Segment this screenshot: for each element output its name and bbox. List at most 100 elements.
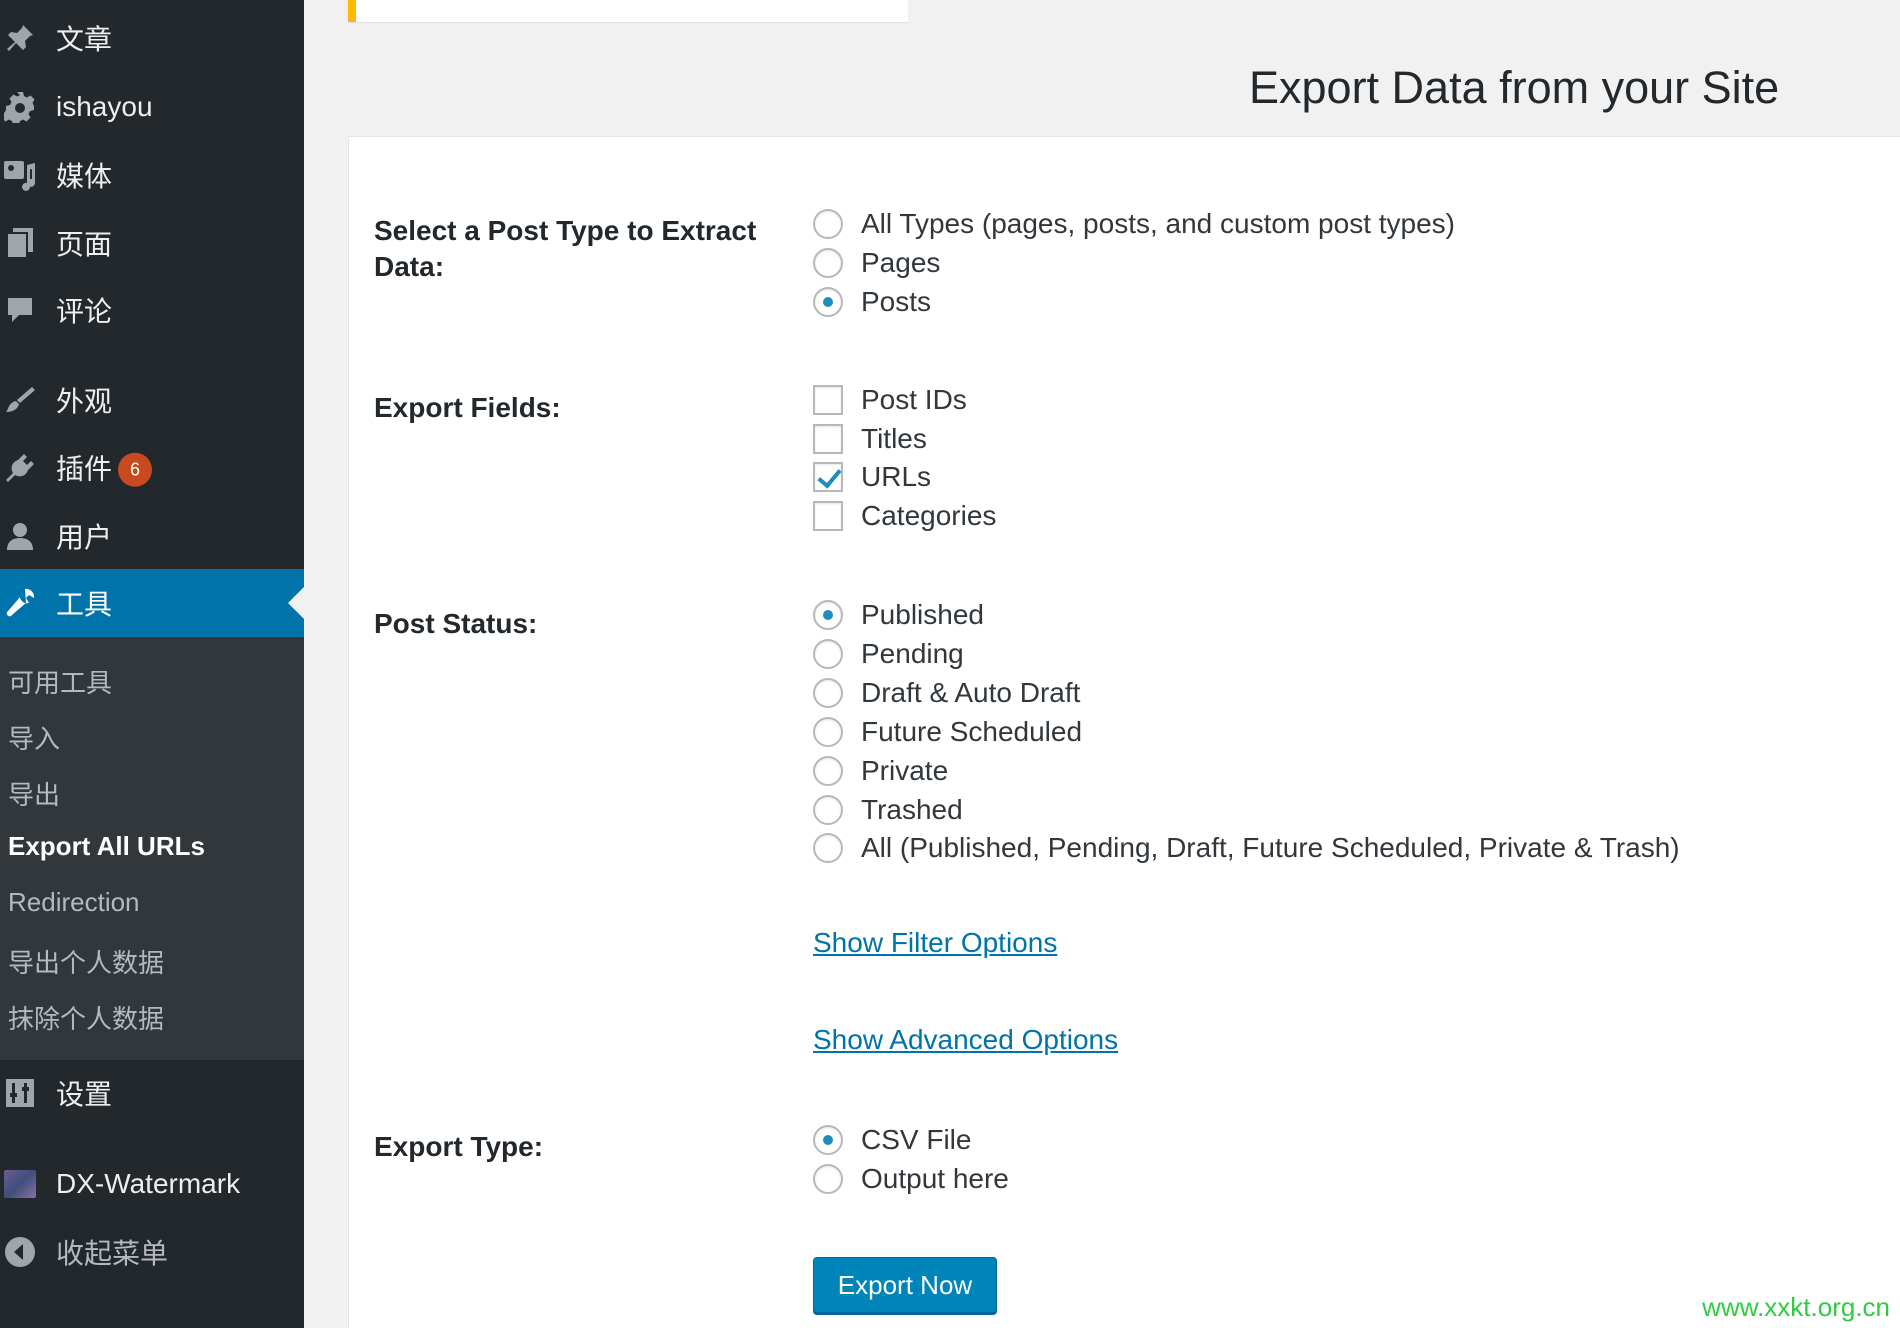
- submenu-item-export-all-urls[interactable]: Export All URLs: [8, 831, 205, 862]
- radio-button[interactable]: [813, 639, 843, 669]
- checkbox[interactable]: [813, 424, 843, 454]
- export-now-button[interactable]: Export Now: [813, 1257, 997, 1313]
- export-field-categories[interactable]: Categories: [813, 498, 996, 534]
- sidebar-item-dx-watermark[interactable]: DX-Watermark: [0, 1156, 304, 1212]
- radio-button[interactable]: [813, 209, 843, 239]
- radio-button[interactable]: [813, 600, 843, 630]
- option-label: Pending: [861, 638, 964, 669]
- radio-button[interactable]: [813, 795, 843, 825]
- tools-submenu: 可用工具 导入 导出 Export All URLs Redirection 导…: [0, 637, 304, 1060]
- collapse-arrow-icon: [2, 1234, 38, 1270]
- submenu-item-export[interactable]: 导出: [8, 775, 60, 812]
- export-field-post-ids[interactable]: Post IDs: [813, 382, 967, 418]
- checkbox[interactable]: [813, 501, 843, 531]
- sidebar-item-label: ishayou: [56, 91, 153, 122]
- radio-button[interactable]: [813, 717, 843, 747]
- sidebar-item-label: 媒体: [56, 161, 113, 192]
- show-filter-options-link[interactable]: Show Filter Options: [813, 927, 1057, 959]
- export-field-titles[interactable]: Titles: [813, 421, 927, 457]
- export-fields-label: Export Fields:: [374, 392, 561, 423]
- post-status-private[interactable]: Private: [813, 753, 948, 789]
- sidebar-item-users[interactable]: 用户: [0, 508, 304, 564]
- sidebar-item-label: 收起菜单: [56, 1238, 169, 1269]
- update-count-badge: 6: [118, 452, 153, 487]
- export-form-panel: [348, 136, 1900, 1328]
- pushpin-icon: [2, 20, 38, 56]
- option-label: Post IDs: [861, 384, 967, 415]
- post-status-trashed[interactable]: Trashed: [813, 792, 963, 828]
- submenu-item-available-tools[interactable]: 可用工具: [8, 663, 112, 700]
- admin-notice: [348, 0, 908, 22]
- option-label: Draft & Auto Draft: [861, 677, 1081, 708]
- media-icon: [2, 157, 38, 193]
- sidebar-item-plugins[interactable]: 插件 6: [0, 440, 304, 496]
- post-type-option-posts[interactable]: Posts: [813, 284, 931, 320]
- radio-button[interactable]: [813, 833, 843, 863]
- sidebar-item-posts[interactable]: 文章: [0, 10, 304, 66]
- paintbrush-icon: [2, 382, 38, 418]
- sidebar-item-label: 设置: [56, 1079, 113, 1110]
- sidebar-item-label: 页面: [56, 229, 113, 260]
- export-field-urls[interactable]: URLs: [813, 459, 931, 495]
- sidebar-item-comments[interactable]: 评论: [0, 282, 304, 338]
- user-icon: [2, 518, 38, 554]
- option-label: All (Published, Pending, Draft, Future S…: [861, 832, 1680, 863]
- wrench-icon: [2, 585, 38, 621]
- submenu-item-erase-personal-data[interactable]: 抹除个人数据: [8, 999, 164, 1036]
- sidebar-item-label: 用户: [56, 522, 113, 553]
- site-watermark-text: www.xxkt.org.cn: [1702, 1292, 1890, 1322]
- page-icon: [2, 225, 38, 261]
- sidebar-item-appearance[interactable]: 外观: [0, 372, 304, 428]
- settings-sliders-icon: [2, 1075, 38, 1111]
- option-label: CSV File: [861, 1124, 972, 1155]
- submenu-item-import[interactable]: 导入: [8, 719, 60, 756]
- radio-button[interactable]: [813, 1125, 843, 1155]
- sidebar-item-pages[interactable]: 页面: [0, 215, 304, 271]
- sidebar-item-ishayou[interactable]: ishayou: [0, 79, 304, 135]
- radio-button[interactable]: [813, 287, 843, 317]
- radio-button[interactable]: [813, 756, 843, 786]
- post-status-all[interactable]: All (Published, Pending, Draft, Future S…: [813, 830, 1680, 866]
- collapse-menu-button[interactable]: 收起菜单: [0, 1224, 304, 1280]
- show-advanced-options-link[interactable]: Show Advanced Options: [813, 1024, 1118, 1056]
- option-label: URLs: [861, 461, 932, 492]
- option-label: Titles: [861, 423, 927, 454]
- radio-button[interactable]: [813, 248, 843, 278]
- radio-button[interactable]: [813, 678, 843, 708]
- option-label: Output here: [861, 1163, 1009, 1194]
- post-type-option-pages[interactable]: Pages: [813, 245, 940, 281]
- option-label: Future Scheduled: [861, 716, 1083, 747]
- admin-sidebar: 文章 ishayou 媒体 页面 评论 外观 插件 6 用户 工具 可用工具 导…: [0, 0, 304, 1328]
- post-status-draft[interactable]: Draft & Auto Draft: [813, 675, 1080, 711]
- option-label: Private: [861, 755, 949, 786]
- option-label: Trashed: [861, 794, 963, 825]
- post-type-label: Select a Post Type to Extract Data:: [374, 215, 757, 282]
- submenu-item-redirection[interactable]: Redirection: [8, 887, 140, 918]
- post-status-published[interactable]: Published: [813, 597, 984, 633]
- sidebar-item-label: DX-Watermark: [56, 1168, 241, 1199]
- post-status-pending[interactable]: Pending: [813, 636, 964, 672]
- plugin-icon: [2, 450, 38, 486]
- checkbox[interactable]: [813, 462, 843, 492]
- sidebar-item-label: 文章: [56, 24, 113, 55]
- sidebar-item-label: 评论: [56, 296, 113, 327]
- option-label: Published: [861, 599, 984, 630]
- post-type-option-all[interactable]: All Types (pages, posts, and custom post…: [813, 206, 1455, 242]
- option-label: All Types (pages, posts, and custom post…: [861, 208, 1456, 239]
- sidebar-item-media[interactable]: 媒体: [0, 147, 304, 203]
- submenu-item-export-personal-data[interactable]: 导出个人数据: [8, 943, 164, 980]
- checkbox[interactable]: [813, 385, 843, 415]
- option-label: Categories: [861, 500, 997, 531]
- export-type-output-here[interactable]: Output here: [813, 1161, 1009, 1197]
- post-status-label: Post Status:: [374, 608, 538, 639]
- sidebar-item-settings[interactable]: 设置: [0, 1065, 304, 1121]
- sidebar-item-label: 插件: [56, 453, 113, 485]
- watermark-thumbnail-icon: [2, 1166, 38, 1202]
- gear-icon: [2, 89, 38, 125]
- sidebar-item-tools[interactable]: 工具: [0, 569, 304, 637]
- option-label: Pages: [861, 247, 941, 278]
- post-status-future[interactable]: Future Scheduled: [813, 714, 1082, 750]
- export-type-csv[interactable]: CSV File: [813, 1122, 971, 1158]
- comment-icon: [2, 292, 38, 328]
- radio-button[interactable]: [813, 1164, 843, 1194]
